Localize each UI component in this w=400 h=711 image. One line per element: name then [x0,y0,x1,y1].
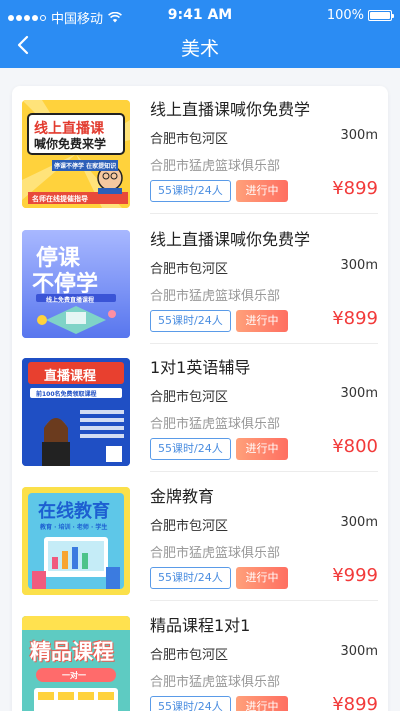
battery-percent: 100% [326,8,364,23]
item-divider [150,213,378,214]
poster-line3: 线上免费直播课程 [46,297,95,304]
course-item[interactable]: 线上直播课 喊你免费来学 停课不停学 在家提知识 名师在线提催指导 线上直播课喊… [12,86,388,214]
course-price: ¥999 [332,565,378,586]
course-list: 线上直播课 喊你免费来学 停课不停学 在家提知识 名师在线提催指导 线上直播课喊… [12,86,388,711]
course-item[interactable]: 停课 不停学 线上免费直播课程 线上直播课喊你免费学 合肥市包河区 300m 合… [12,216,388,344]
course-price: ¥899 [332,178,378,199]
course-price: ¥899 [332,694,378,711]
course-thumbnail: 线上直播课 喊你免费来学 停课不停学 在家提知识 名师在线提催指导 [22,100,130,208]
poster-line2: 喊你免费来学 [34,137,107,151]
status-badge: 进行中 [236,696,288,711]
course-club: 合肥市猛虎篮球俱乐部 [150,546,281,561]
poster-line2: 不停学 [32,272,99,297]
battery-icon [368,10,394,21]
course-price: ¥800 [332,436,378,457]
lesson-tag: 55课时/24人 [150,567,231,589]
course-item[interactable]: 在线教育 教育 · 培训 · 老师 · 学生 金牌教育 合肥市包河区 300m … [12,473,388,601]
course-club: 合肥市猛虎篮球俱乐部 [150,417,281,432]
status-bar: 中国移动 9:41 AM 100% [0,0,400,30]
course-distance: 300m [340,644,378,659]
item-divider [150,471,378,472]
course-title: 线上直播课喊你免费学 [150,230,311,249]
course-club: 合肥市猛虎篮球俱乐部 [150,159,281,174]
course-thumbnail: 在线教育 教育 · 培训 · 老师 · 学生 [22,487,130,595]
poster-graphic [22,100,130,208]
status-badge: 进行中 [236,180,288,202]
course-info: 金牌教育 合肥市包河区 300m 合肥市猛虎篮球俱乐部 55课时/24人 进行中… [150,483,378,593]
poster-line2: 教育 · 培训 · 老师 · 学生 [40,524,108,531]
lesson-tag: 55课时/24人 [150,438,231,460]
course-district: 合肥市包河区 [150,648,229,663]
poster-line1: 直播课程 [44,369,97,384]
status-badge: 进行中 [236,567,288,589]
course-title: 精品课程1对1 [150,616,251,635]
poster-line2: 前100名免费领取课程 [36,391,97,398]
course-club: 合肥市猛虎篮球俱乐部 [150,289,281,304]
course-thumbnail: 直播课程 前100名免费领取课程 [22,358,130,466]
status-badge: 进行中 [236,310,288,332]
app-header: 中国移动 9:41 AM 100% 美术 [0,0,400,68]
course-price: ¥899 [332,308,378,329]
course-info: 线上直播课喊你免费学 合肥市包河区 300m 合肥市猛虎篮球俱乐部 55课时/2… [150,96,378,206]
poster-line1: 精品课程 [30,640,114,664]
course-thumbnail: 精品课程 一对一 [22,616,130,711]
status-badge: 进行中 [236,438,288,460]
course-distance: 300m [340,258,378,273]
poster-footer: 名师在线提催指导 [32,195,88,203]
course-info: 线上直播课喊你免费学 合肥市包河区 300m 合肥市猛虎篮球俱乐部 55课时/2… [150,226,378,336]
course-distance: 300m [340,386,378,401]
poster-line1: 在线教育 [38,501,110,522]
course-info: 1对1英语辅导 合肥市包河区 300m 合肥市猛虎篮球俱乐部 55课时/24人 … [150,354,378,464]
course-item[interactable]: 直播课程 前100名免费领取课程 1对1英语辅导 合肥市包河区 300m 合肥市… [12,344,388,472]
course-title: 1对1英语辅导 [150,358,251,377]
battery-info: 100% [326,8,394,23]
lesson-tag: 55课时/24人 [150,180,231,202]
course-distance: 300m [340,515,378,530]
item-divider [150,600,378,601]
course-club: 合肥市猛虎篮球俱乐部 [150,675,281,690]
poster-line3: 停课不停学 在家提知识 [52,160,119,171]
course-thumbnail: 停课 不停学 线上免费直播课程 [22,230,130,338]
lesson-tag: 55课时/24人 [150,696,231,711]
course-title: 金牌教育 [150,487,215,506]
course-district: 合肥市包河区 [150,390,229,405]
poster-line2: 一对一 [62,671,86,680]
course-district: 合肥市包河区 [150,262,229,277]
course-item[interactable]: 精品课程 一对一 精品课程1对1 合肥市包河区 300m 合肥市猛虎篮球俱乐部 … [12,602,388,711]
course-distance: 300m [340,128,378,143]
page-title: 美术 [180,38,219,60]
course-district: 合肥市包河区 [150,132,229,147]
course-info: 精品课程1对1 合肥市包河区 300m 合肥市猛虎篮球俱乐部 55课时/24人 … [150,612,378,711]
lesson-tag: 55课时/24人 [150,310,231,332]
course-district: 合肥市包河区 [150,519,229,534]
course-title: 线上直播课喊你免费学 [150,100,311,119]
